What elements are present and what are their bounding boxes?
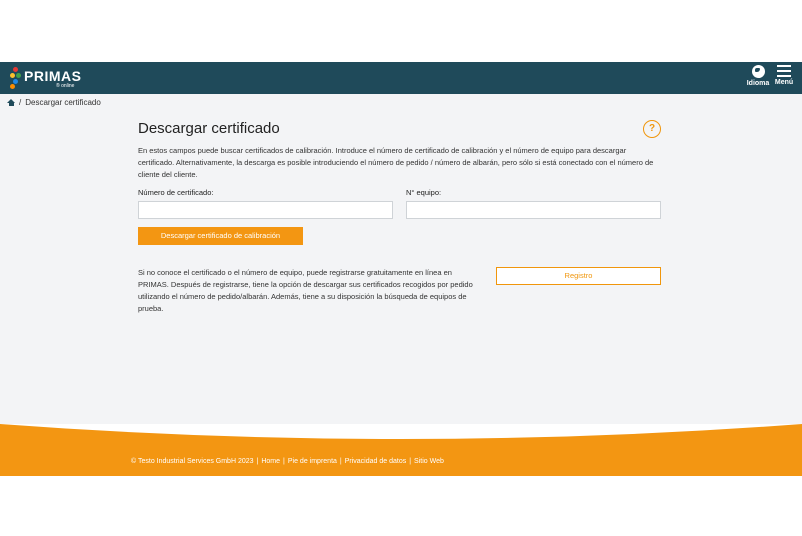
- main-area: / Descargar certificado Descargar certif…: [0, 94, 802, 424]
- app-root: PRIMAS ® online Idioma Menú / Descargar …: [0, 0, 802, 536]
- logo-text: PRIMAS: [24, 68, 82, 84]
- footer-link-imprint[interactable]: Pie de imprenta: [288, 458, 337, 465]
- breadcrumb-current: Descargar certificado: [25, 98, 101, 107]
- menu-label: Menú: [774, 79, 794, 86]
- top-header: PRIMAS ® online Idioma Menú: [0, 62, 802, 94]
- equipment-number-input[interactable]: [406, 201, 661, 219]
- register-info-text: Si no conoce el certificado o el número …: [138, 268, 473, 313]
- footer-sep: |: [339, 458, 342, 465]
- footer-link-privacy[interactable]: Privacidad de datos: [345, 458, 406, 465]
- language-button[interactable]: Idioma: [746, 65, 770, 91]
- footer-sep: |: [256, 458, 259, 465]
- logo-dots-icon: [10, 67, 24, 89]
- breadcrumb: / Descargar certificado: [7, 98, 101, 107]
- footer-sep: |: [283, 458, 285, 465]
- certificate-number-input[interactable]: [138, 201, 393, 219]
- primas-logo[interactable]: PRIMAS ® online: [10, 66, 82, 90]
- download-certificate-button[interactable]: Descargar certificado de calibración: [138, 227, 303, 245]
- certificate-number-label: Número de certificado:: [138, 188, 214, 197]
- hamburger-icon: [777, 65, 791, 77]
- content-panel: Descargar certificado ? En estos campos …: [138, 120, 661, 313]
- footer-sep: |: [409, 458, 412, 465]
- footer-link-website[interactable]: Sitio Web: [414, 458, 444, 465]
- footer-link-home[interactable]: Home: [261, 458, 280, 465]
- breadcrumb-separator: /: [19, 98, 22, 107]
- page-title: Descargar certificado: [138, 120, 280, 137]
- help-icon[interactable]: ?: [643, 120, 661, 138]
- intro-text: En estos campos puede buscar certificado…: [138, 146, 654, 179]
- register-button[interactable]: Registro: [496, 267, 661, 285]
- footer-copyright: © Testo Industrial Services GmbH 2023: [131, 458, 254, 465]
- home-icon[interactable]: [7, 99, 15, 106]
- language-label: Idioma: [746, 80, 770, 87]
- equipment-number-label: N° equipo:: [406, 188, 442, 197]
- logo-subtext: ® online: [56, 83, 75, 89]
- footer-wave: [0, 424, 802, 476]
- footer-bar: © Testo Industrial Services GmbH 2023 | …: [131, 458, 444, 465]
- menu-button[interactable]: Menú: [772, 65, 796, 91]
- globe-icon: [751, 65, 765, 78]
